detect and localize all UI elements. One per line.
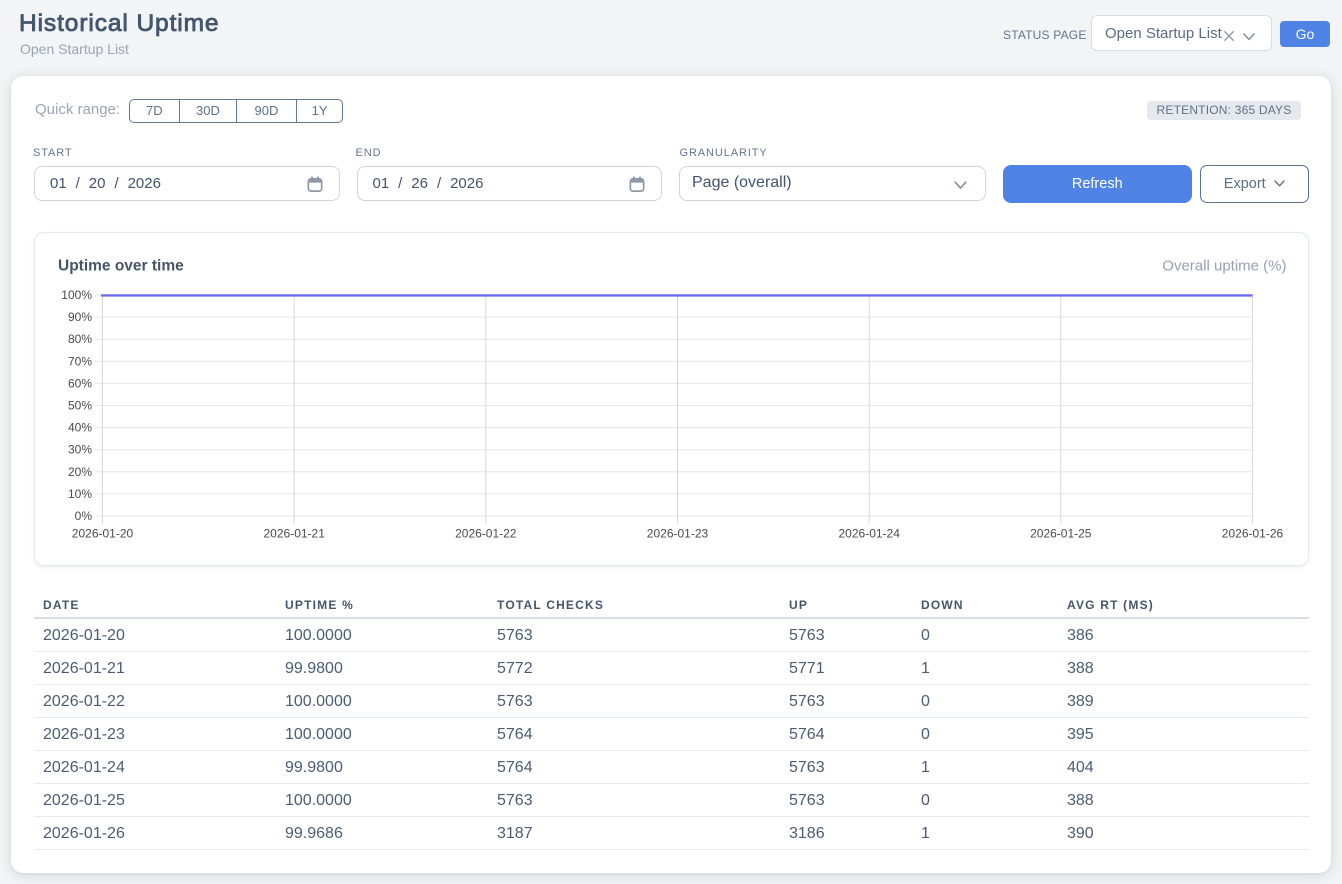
svg-text:50%: 50% [68,399,92,413]
svg-text:2026-01-22: 2026-01-22 [455,527,517,541]
svg-text:2026-01-21: 2026-01-21 [264,527,326,541]
svg-text:2026-01-26: 2026-01-26 [1222,527,1284,541]
svg-text:0%: 0% [75,509,93,523]
svg-text:2026-01-25: 2026-01-25 [1030,527,1092,541]
svg-text:100%: 100% [61,288,92,302]
svg-text:30%: 30% [68,443,92,457]
svg-text:90%: 90% [68,310,92,324]
svg-text:2026-01-20: 2026-01-20 [72,527,134,541]
svg-text:10%: 10% [68,487,92,501]
svg-text:20%: 20% [68,465,92,479]
svg-text:70%: 70% [68,354,92,368]
svg-text:Uptime over time: Uptime over time [58,258,184,275]
svg-text:2026-01-23: 2026-01-23 [647,527,709,541]
svg-text:Overall uptime (%): Overall uptime (%) [1162,258,1286,275]
svg-text:80%: 80% [68,332,92,346]
svg-text:2026-01-24: 2026-01-24 [839,527,901,541]
svg-text:40%: 40% [68,421,92,435]
svg-text:60%: 60% [68,376,92,390]
